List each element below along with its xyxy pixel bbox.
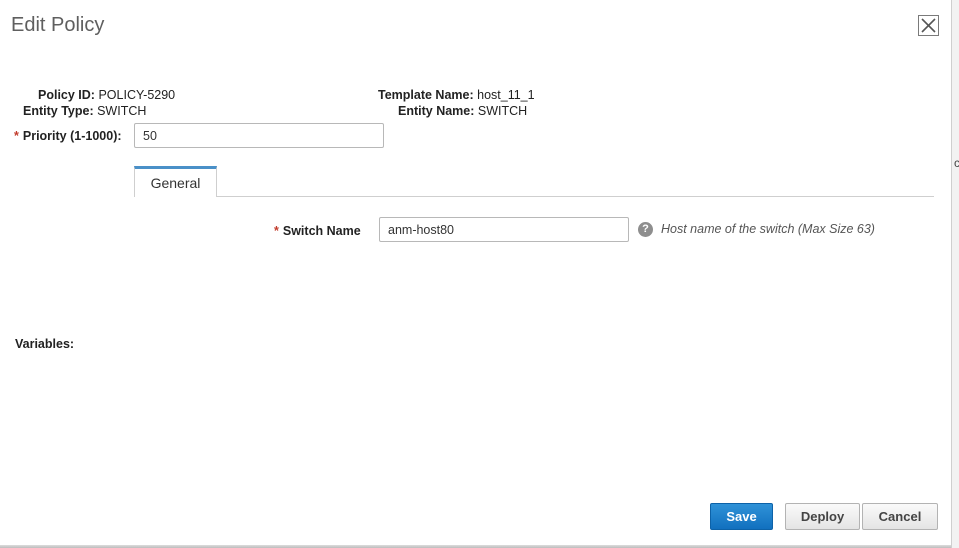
tab-general[interactable]: General	[134, 166, 217, 197]
switch-name-label-text: Switch Name	[282, 224, 361, 238]
template-name-value: host_11_1	[477, 88, 535, 102]
close-button[interactable]	[918, 15, 939, 36]
cancel-button[interactable]: Cancel	[862, 503, 938, 530]
required-marker: *	[14, 129, 19, 143]
priority-label: * Priority (1-1000):	[14, 129, 122, 143]
priority-input[interactable]	[134, 123, 384, 148]
background-page-strip: c	[951, 0, 959, 548]
entity-type-label: Entity Type:	[23, 104, 94, 118]
tab-bar-divider	[134, 196, 934, 197]
policy-id-value: POLICY-5290	[98, 88, 176, 102]
entity-name-value: SWITCH	[477, 104, 528, 118]
priority-label-text: Priority (1-1000):	[22, 129, 122, 143]
policy-id-label: Policy ID:	[38, 88, 95, 102]
policy-id-field: Policy ID: POLICY-5290	[38, 88, 175, 102]
entity-type-value: SWITCH	[97, 104, 147, 118]
switch-name-label: * Switch Name	[274, 224, 361, 238]
variables-label: Variables:	[15, 337, 75, 351]
switch-name-help-text: Host name of the switch (Max Size 63)	[661, 222, 875, 236]
dialog-title: Edit Policy	[11, 14, 105, 36]
save-button[interactable]: Save	[710, 503, 773, 530]
template-name-field: Template Name: host_11_1	[378, 88, 535, 102]
background-text-fragment: c	[954, 156, 959, 170]
template-name-label: Template Name:	[378, 88, 474, 102]
entity-name-label: Entity Name:	[398, 104, 475, 118]
edit-policy-dialog: Edit Policy Policy ID: POLICY-5290 Entit…	[0, 0, 951, 545]
entity-name-field: Entity Name: SWITCH	[398, 104, 527, 118]
switch-name-input[interactable]	[379, 217, 629, 242]
deploy-button[interactable]: Deploy	[785, 503, 860, 530]
close-icon	[921, 18, 936, 33]
required-marker: *	[274, 224, 279, 238]
help-icon[interactable]: ?	[638, 222, 653, 237]
entity-type-field: Entity Type: SWITCH	[23, 104, 146, 118]
